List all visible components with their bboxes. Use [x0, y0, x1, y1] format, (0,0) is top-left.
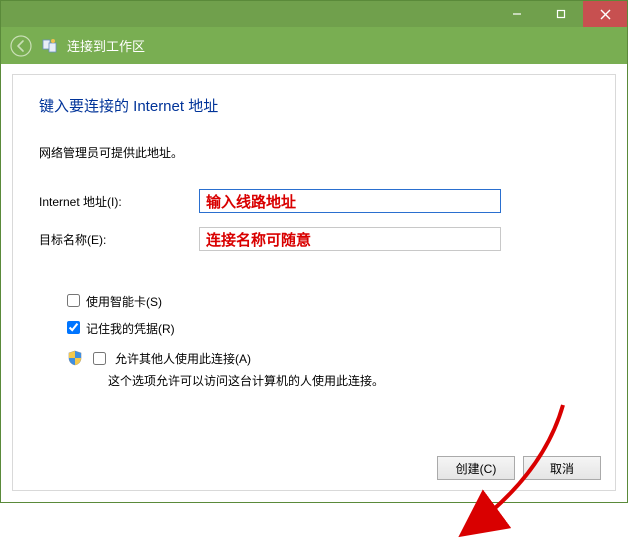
maximize-button[interactable]	[539, 1, 583, 27]
connection-icon	[41, 37, 59, 55]
remember-row: 记住我的凭据(R)	[67, 320, 589, 337]
minimize-icon	[512, 9, 522, 19]
internet-address-row: Internet 地址(I):	[39, 189, 589, 213]
maximize-icon	[556, 9, 566, 19]
header-title: 连接到工作区	[67, 36, 145, 55]
destination-name-label: 目标名称(E):	[39, 231, 199, 248]
page-description: 网络管理员可提供此地址。	[39, 144, 589, 161]
dialog-window: 连接到工作区 键入要连接的 Internet 地址 网络管理员可提供此地址。 I…	[0, 0, 628, 503]
close-button[interactable]	[583, 1, 627, 27]
internet-address-input[interactable]	[199, 189, 501, 213]
page-title: 键入要连接的 Internet 地址	[39, 95, 589, 116]
smartcard-row: 使用智能卡(S)	[67, 293, 589, 310]
smartcard-label: 使用智能卡(S)	[86, 293, 162, 310]
destination-name-row: 目标名称(E):	[39, 227, 589, 251]
content-area: 键入要连接的 Internet 地址 网络管理员可提供此地址。 Internet…	[2, 64, 626, 501]
internet-address-label: Internet 地址(I):	[39, 193, 199, 210]
back-arrow-icon	[10, 35, 32, 57]
allow-others-checkbox[interactable]	[93, 352, 106, 365]
cancel-button[interactable]: 取消	[523, 456, 601, 480]
smartcard-checkbox[interactable]	[67, 294, 80, 307]
create-button[interactable]: 创建(C)	[437, 456, 515, 480]
destination-name-input[interactable]	[199, 227, 501, 251]
header-bar: 连接到工作区	[1, 27, 627, 64]
allow-others-description: 这个选项允许可以访问这台计算机的人使用此连接。	[108, 372, 384, 389]
remember-checkbox[interactable]	[67, 321, 80, 334]
button-bar: 创建(C) 取消	[437, 456, 601, 480]
shield-icon	[67, 350, 83, 366]
close-icon	[600, 9, 611, 20]
options-group: 使用智能卡(S) 记住我的凭据(R)	[67, 293, 589, 389]
titlebar	[1, 1, 627, 27]
allow-others-row: 允许其他人使用此连接(A) 这个选项允许可以访问这台计算机的人使用此连接。	[67, 349, 589, 389]
minimize-button[interactable]	[495, 1, 539, 27]
allow-others-label: 允许其他人使用此连接(A)	[115, 350, 251, 367]
allow-others-content: 允许其他人使用此连接(A) 这个选项允许可以访问这台计算机的人使用此连接。	[89, 349, 384, 389]
back-button[interactable]	[9, 34, 33, 58]
content-panel: 键入要连接的 Internet 地址 网络管理员可提供此地址。 Internet…	[12, 74, 616, 491]
remember-label: 记住我的凭据(R)	[86, 320, 175, 337]
